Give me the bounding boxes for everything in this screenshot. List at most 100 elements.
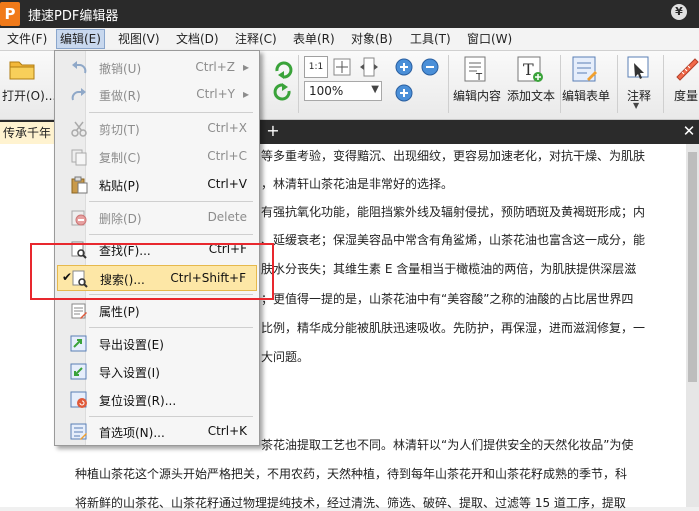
menu-form[interactable]: 表单(R) — [290, 30, 338, 48]
doc-line: 肤水分丧失；其维生素 E 含量相当于橄榄油的两倍，为肌肤提供深层滋 — [261, 262, 637, 276]
submenu-arrow-icon: ▸ — [242, 87, 249, 101]
paste-icon — [71, 176, 88, 194]
annotation-icon[interactable] — [626, 55, 652, 81]
menu-item-copy[interactable]: 复制(C) Ctrl+C — [57, 144, 257, 170]
menu-separator — [89, 234, 253, 235]
toolbar-separator — [617, 55, 618, 113]
app-title: 捷速PDF编辑器 — [28, 9, 119, 24]
menu-separator — [89, 112, 253, 113]
zoom-value: 100% — [309, 84, 344, 98]
toolbar-separator — [448, 55, 449, 113]
menu-file[interactable]: 文件(F) — [4, 30, 50, 48]
scrollbar-thumb[interactable] — [688, 152, 697, 382]
zoom-in-icon[interactable] — [394, 57, 414, 77]
menu-item-reset-settings[interactable]: 复位设置(R)... — [57, 387, 257, 413]
doc-line: 比例，精华成分能被肌肤迅速吸收。先防护，再保湿，进而滋润修复，一 — [261, 321, 646, 335]
toolbar-separator — [663, 55, 664, 113]
menu-item-undo[interactable]: 撤销(U) Ctrl+Z ▸ — [57, 55, 257, 81]
menu-item-label: 导入设置(I) — [99, 366, 160, 380]
doc-line: 种植山茶花这个源头开始严格把关，不用农药，天然种植，待到每年山茶花开和山茶花籽成… — [75, 467, 628, 481]
menu-item-shortcut: Ctrl+Y — [196, 87, 235, 101]
menu-item-paste[interactable]: 粘贴(P) Ctrl+V — [57, 172, 257, 198]
menu-item-label: 复制(C) — [99, 151, 141, 165]
menu-item-shortcut: Delete — [207, 210, 247, 224]
rotate-clockwise-icon[interactable] — [272, 57, 294, 79]
properties-icon — [71, 303, 87, 319]
menu-item-shortcut: Ctrl+X — [207, 121, 247, 135]
menu-item-properties[interactable]: 属性(P) — [57, 298, 257, 324]
doc-line: ，林清轩山茶花油是非常好的选择。 — [261, 177, 454, 191]
menu-window[interactable]: 窗口(W) — [464, 30, 515, 48]
menu-item-label: 撤销(U) — [99, 62, 142, 76]
menu-object[interactable]: 对象(B) — [348, 30, 396, 48]
doc-line: 、延缓衰老；保湿美容品中常含有角鲨烯，山茶花油也富含这一成分，能 — [261, 233, 646, 247]
menu-annotate[interactable]: 注释(C) — [232, 30, 280, 48]
doc-line: 有强抗氧化功能，能阻挡紫外线及辐射侵扰，预防晒斑及黄褐斑形成；内 — [261, 205, 646, 219]
add-tab-icon[interactable]: + — [265, 122, 281, 140]
menu-item-shortcut: Ctrl+C — [207, 149, 247, 163]
currency-help-icon[interactable]: ¥ — [671, 4, 687, 20]
app-logo-icon: P — [0, 2, 20, 26]
chevron-down-icon: ▼ — [371, 84, 379, 95]
add-circle-icon[interactable] — [394, 83, 414, 103]
menu-view[interactable]: 视图(V) — [115, 30, 163, 48]
menu-item-label: 导出设置(E) — [99, 338, 164, 352]
edit-content-button[interactable]: 编辑内容 — [453, 87, 501, 104]
tab-document[interactable]: 传承千年 — [0, 122, 56, 144]
redo-icon — [71, 88, 86, 101]
menu-tools[interactable]: 工具(T) — [407, 30, 454, 48]
fit-width-icon[interactable] — [358, 56, 380, 78]
measure-button[interactable]: 度量 — [674, 87, 698, 104]
menu-item-shortcut: Ctrl+Z — [195, 60, 235, 74]
zoom-out-icon[interactable] — [420, 57, 440, 77]
delete-icon — [71, 210, 87, 226]
menu-edit[interactable]: 编辑(E) — [56, 29, 105, 49]
menu-item-label: 首选项(N)... — [99, 426, 165, 440]
import-settings-icon — [70, 363, 87, 380]
toolbar-separator — [560, 55, 561, 113]
menu-item-label: 重做(R) — [99, 89, 141, 103]
menu-item-export-settings[interactable]: 导出设置(E) — [57, 331, 257, 357]
open-folder-icon[interactable] — [8, 57, 36, 81]
doc-line: 等多重考验，变得黯沉、出现细纹，更容易加速老化，对抗干燥、为肌肤 — [261, 149, 646, 163]
doc-line: 将新鲜的山茶花、山茶花籽通过物理提纯技术，经过清洗、筛选、破碎、提取、过滤等 1… — [75, 496, 626, 510]
scissors-icon — [71, 121, 87, 137]
zoom-select[interactable]: 100% ▼ — [304, 81, 382, 101]
menu-item-label: 删除(D) — [99, 212, 142, 226]
menu-document[interactable]: 文档(D) — [173, 30, 222, 48]
undo-icon — [72, 61, 87, 74]
add-text-button[interactable]: 添加文本 — [507, 87, 555, 104]
copy-icon — [71, 149, 87, 166]
edit-form-icon[interactable] — [571, 55, 599, 83]
menu-item-import-settings[interactable]: 导入设置(I) — [57, 359, 257, 385]
toolbar-separator — [298, 55, 299, 113]
menu-item-redo[interactable]: 重做(R) Ctrl+Y ▸ — [57, 82, 257, 108]
add-text-icon[interactable]: T — [516, 55, 544, 83]
menu-separator — [89, 416, 253, 417]
svg-text:T: T — [523, 60, 534, 79]
svg-text:T: T — [475, 72, 483, 83]
submenu-arrow-icon: ▸ — [242, 60, 249, 74]
menu-bar: 文件(F) 编辑(E) 视图(V) 文档(D) 注释(C) 表单(R) 对象(B… — [0, 28, 699, 51]
actual-size-icon[interactable]: 1:1 — [304, 56, 328, 78]
edit-form-button[interactable]: 编辑表单 — [562, 87, 610, 104]
open-button[interactable]: 打开(O)... — [2, 87, 56, 104]
measure-icon[interactable] — [673, 55, 699, 81]
menu-separator — [89, 327, 253, 328]
close-tab-icon[interactable]: ✕ — [680, 122, 698, 140]
chevron-down-icon[interactable]: ▼ — [633, 101, 639, 110]
menu-item-preferences[interactable]: 首选项(N)... Ctrl+K — [57, 419, 257, 445]
menu-item-shortcut: Ctrl+K — [207, 424, 247, 438]
menu-separator — [89, 201, 253, 202]
menu-item-shortcut: Ctrl+V — [207, 177, 247, 191]
menu-item-label: 粘贴(P) — [99, 179, 140, 193]
rotate-counterclockwise-icon[interactable] — [272, 83, 294, 105]
doc-line: 茶花油提取工艺也不同。林清轩以“为人们提供安全的天然化妆品”为使 — [261, 438, 634, 452]
menu-item-delete[interactable]: 删除(D) Delete — [57, 205, 257, 231]
export-settings-icon — [70, 335, 87, 352]
title-bar: P 捷速PDF编辑器 ¥ — [0, 0, 699, 28]
edit-content-icon[interactable]: T — [462, 55, 490, 83]
fit-page-icon[interactable] — [331, 56, 353, 78]
doc-line: ；更值得一提的是，山茶花油中有“美容酸”之称的油酸的占比居世界四 — [261, 292, 634, 306]
menu-item-cut[interactable]: 剪切(T) Ctrl+X — [57, 116, 257, 142]
